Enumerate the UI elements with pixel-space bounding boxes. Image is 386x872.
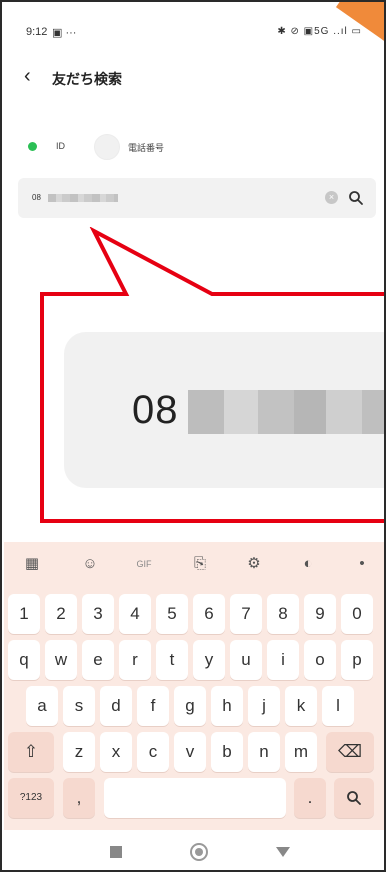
symbols-key[interactable]: ?123	[8, 778, 54, 818]
recents-button[interactable]	[110, 846, 122, 858]
page-title: 友だち検索	[52, 71, 122, 87]
key-f[interactable]: f	[137, 686, 169, 726]
key-d[interactable]: d	[100, 686, 132, 726]
key-s[interactable]: s	[63, 686, 95, 726]
key-1[interactable]: 1	[8, 594, 40, 634]
clear-icon[interactable]: ×	[325, 191, 338, 204]
key-9[interactable]: 9	[304, 594, 336, 634]
settings-icon[interactable]: ⚙	[242, 552, 266, 576]
key-z[interactable]: z	[63, 732, 95, 772]
mic-icon[interactable]: •	[350, 552, 374, 576]
palette-icon[interactable]: ◐	[296, 552, 320, 576]
key-a[interactable]: a	[26, 686, 58, 726]
key-x[interactable]: x	[100, 732, 132, 772]
status-bar: 9:12 ▣ ··· ✱ ⊘ ▣5G ..ıl ▭	[2, 2, 384, 62]
key-g[interactable]: g	[174, 686, 206, 726]
radio-id-label[interactable]: ID	[56, 141, 65, 151]
key-3[interactable]: 3	[82, 594, 114, 634]
radio-phone-number[interactable]	[94, 134, 120, 160]
key-8[interactable]: 8	[267, 594, 299, 634]
radio-id[interactable]	[22, 136, 44, 158]
zoomed-search-value: 08	[64, 332, 384, 488]
key-k[interactable]: k	[285, 686, 317, 726]
comma-key[interactable]: ,	[63, 778, 95, 818]
key-w[interactable]: w	[45, 640, 77, 680]
app-header: ‹ 友だち検索	[2, 60, 384, 96]
key-q[interactable]: q	[8, 640, 40, 680]
system-nav-bar	[4, 830, 384, 870]
key-l[interactable]: l	[322, 686, 354, 726]
key-n[interactable]: n	[248, 732, 280, 772]
key-t[interactable]: t	[156, 640, 188, 680]
key-2[interactable]: 2	[45, 594, 77, 634]
delete-key[interactable]: ⌫	[326, 732, 374, 772]
key-r[interactable]: r	[119, 640, 151, 680]
radio-phone-number-label[interactable]: 電話番号	[128, 141, 164, 154]
period-key[interactable]: .	[294, 778, 326, 818]
key-b[interactable]: b	[211, 732, 243, 772]
system-status-icons: ✱ ⊘ ▣5G ..ıl ▭	[277, 26, 362, 37]
key-5[interactable]: 5	[156, 594, 188, 634]
search-input[interactable]: 08 ×	[18, 178, 376, 218]
key-h[interactable]: h	[211, 686, 243, 726]
key-e[interactable]: e	[82, 640, 114, 680]
status-time: 9:12	[26, 26, 48, 38]
search-key-icon	[347, 791, 361, 805]
search-key[interactable]	[334, 778, 374, 818]
sticker-icon[interactable]: ☺	[78, 552, 102, 576]
phone-screen: 9:12 ▣ ··· ✱ ⊘ ▣5G ..ıl ▭ ‹ 友だち検索 ID 電話番…	[0, 0, 386, 872]
key-4[interactable]: 4	[119, 594, 151, 634]
key-j[interactable]: j	[248, 686, 280, 726]
clipboard-icon[interactable]: ⎘	[188, 552, 212, 576]
gif-button[interactable]: GIF	[132, 552, 156, 576]
home-button[interactable]	[190, 843, 208, 861]
notification-icons: ▣ ···	[52, 27, 77, 39]
soft-keyboard: ▦ ☺ GIF ⎘ ⚙ ◐ • 1 2 3 4 5 6 7 8 9 0 q w …	[4, 542, 384, 830]
apps-icon[interactable]: ▦	[20, 552, 44, 576]
space-key[interactable]	[104, 778, 286, 818]
key-7[interactable]: 7	[230, 594, 262, 634]
key-u[interactable]: u	[230, 640, 262, 680]
key-m[interactable]: m	[285, 732, 317, 772]
key-o[interactable]: o	[304, 640, 336, 680]
search-icon[interactable]	[348, 190, 364, 206]
keyboard-toolbar: ▦ ☺ GIF ⎘ ⚙ ◐ •	[4, 542, 384, 586]
search-type-selector: ID 電話番号	[2, 132, 384, 162]
key-y[interactable]: y	[193, 640, 225, 680]
redacted-digits-zoomed	[188, 390, 384, 434]
redacted-digits	[48, 194, 118, 202]
shift-key[interactable]: ⇧	[8, 732, 54, 772]
search-input-value: 08	[32, 193, 41, 202]
key-p[interactable]: p	[341, 640, 373, 680]
key-0[interactable]: 0	[341, 594, 373, 634]
zoomed-value-text: 08	[132, 388, 179, 432]
key-6[interactable]: 6	[193, 594, 225, 634]
back-button[interactable]	[276, 847, 290, 857]
key-v[interactable]: v	[174, 732, 206, 772]
back-arrow-icon[interactable]: ‹	[24, 66, 31, 86]
key-i[interactable]: i	[267, 640, 299, 680]
key-c[interactable]: c	[137, 732, 169, 772]
